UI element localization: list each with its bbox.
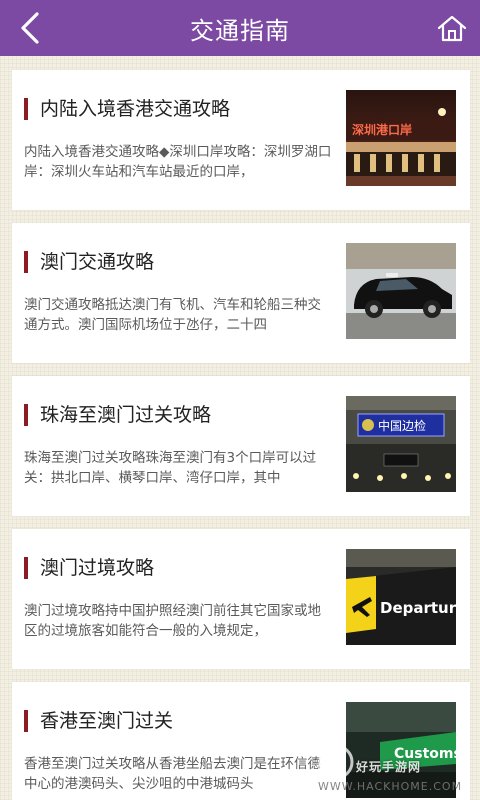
shenzhen-border-port-night-photo: 深圳港口岸 — [346, 90, 456, 186]
back-button[interactable] — [10, 8, 50, 48]
article-summary: 澳门交通攻略抵达澳门有飞机、汽车和轮船三种交通方式。澳门国际机场位于氹仔，二十四 — [24, 297, 321, 333]
article-title: 珠海至澳门过关攻略 — [24, 404, 211, 426]
article-thumbnail — [346, 243, 456, 339]
article-title: 内陆入境香港交通攻略 — [24, 98, 230, 120]
china-border-inspection-hall-photo: 中国边检 — [346, 396, 456, 492]
article-summary: 内陆入境香港交通攻略◆深圳口岸攻略：深圳罗湖口岸：深圳火车站和汽车站最近的口岸， — [24, 144, 332, 180]
article-card[interactable]: 内陆入境香港交通攻略 内陆入境香港交通攻略◆深圳口岸攻略：深圳罗湖口岸：深圳火车… — [12, 70, 470, 210]
chevron-left-icon — [21, 12, 39, 44]
photo-sign-text: Customs — [394, 746, 456, 762]
article-summary: 澳门过境攻略持中国护照经澳门前往其它国家或地区的过境旅客如能符合一般的入境规定， — [24, 603, 321, 639]
article-thumbnail: Departure — [346, 549, 456, 645]
article-thumbnail: 深圳港口岸 — [346, 90, 456, 186]
article-card[interactable]: 澳门交通攻略 澳门交通攻略抵达澳门有飞机、汽车和轮船三种交通方式。澳门国际机场位… — [12, 223, 470, 363]
customs-sign-photo: Customs — [346, 702, 456, 798]
article-title: 澳门交通攻略 — [24, 251, 154, 273]
page-title: 交通指南 — [190, 16, 290, 45]
photo-sign-text: Departure — [380, 599, 456, 617]
article-card[interactable]: 香港至澳门过关 香港至澳门过关攻略从香港坐船去澳门是在环信德中心的港澳码头、尖沙… — [12, 682, 470, 800]
home-icon — [437, 15, 467, 42]
article-card[interactable]: 珠海至澳门过关攻略 珠海至澳门过关攻略珠海至澳门有3个口岸可以过关：拱北口岸、横… — [12, 376, 470, 516]
top-app-bar: 交通指南 — [0, 0, 480, 56]
article-thumbnail: 中国边检 — [346, 396, 456, 492]
photo-sign-text: 中国边检 — [378, 418, 426, 433]
article-card[interactable]: 澳门过境攻略 澳门过境攻略持中国护照经澳门前往其它国家或地区的过境旅客如能符合一… — [12, 529, 470, 669]
macau-taxi-photo — [346, 243, 456, 339]
article-thumbnail: Customs — [346, 702, 456, 798]
article-title: 澳门过境攻略 — [24, 557, 154, 579]
home-button[interactable] — [432, 8, 472, 48]
article-summary: 香港至澳门过关攻略从香港坐船去澳门是在环信德中心的港澳码头、尖沙咀的中港城码头 — [24, 756, 321, 792]
departure-sign-photo: Departure — [346, 549, 456, 645]
article-title: 香港至澳门过关 — [24, 710, 173, 732]
photo-sign-text: 深圳港口岸 — [352, 122, 412, 137]
article-summary: 珠海至澳门过关攻略珠海至澳门有3个口岸可以过关：拱北口岸、横琴口岸、湾仔口岸，其… — [24, 450, 317, 486]
